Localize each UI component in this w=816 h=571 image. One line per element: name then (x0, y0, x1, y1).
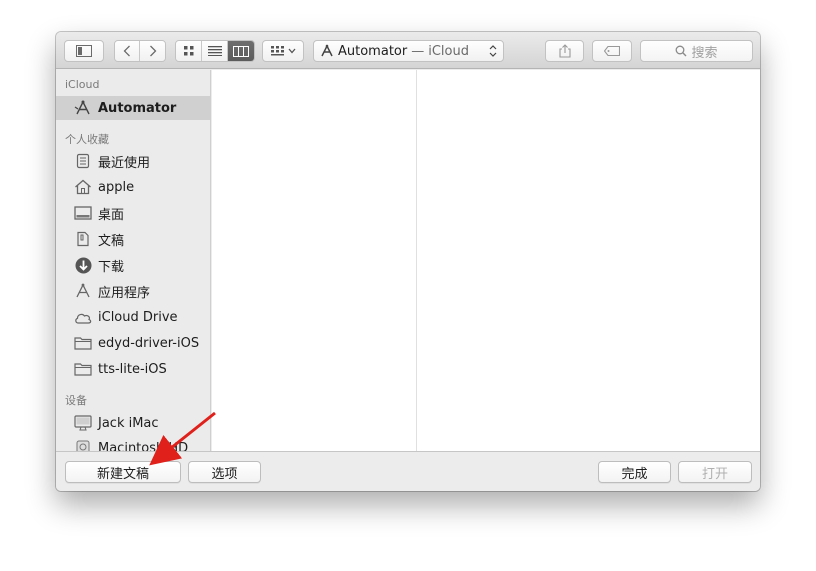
sidebar-section-icloud: iCloud (65, 78, 100, 91)
tag-icon (604, 46, 620, 56)
downloads-icon (75, 257, 91, 273)
sidebar-item-label: 文稿 (98, 233, 125, 249)
sidebar-item-label: tts-lite-iOS (98, 361, 167, 377)
sidebar-item-label: apple (98, 179, 135, 195)
disk-icon (76, 440, 90, 451)
back-button[interactable] (115, 41, 140, 61)
automator-icon (321, 44, 333, 57)
sidebar-item-documents[interactable]: 文稿 (56, 227, 210, 251)
options-button[interactable]: 选项 (188, 461, 261, 483)
automator-icon (74, 100, 90, 115)
forward-button[interactable] (140, 41, 165, 61)
column-divider[interactable] (416, 70, 417, 451)
sidebar-item-icloud-drive[interactable]: iCloud Drive (56, 305, 210, 329)
column-view-button[interactable] (228, 41, 254, 61)
sidebar-item-recents[interactable]: 最近使用 (56, 149, 210, 173)
chevron-right-icon (149, 45, 156, 57)
applications-icon (76, 283, 90, 298)
sidebar-item-label: edyd-driver-iOS (98, 335, 200, 351)
location-parent: iCloud (428, 43, 469, 59)
imac-icon (74, 415, 92, 431)
sidebar-item-desktop[interactable]: 桌面 (56, 201, 210, 225)
list-view-button[interactable] (202, 41, 228, 61)
desktop-icon (74, 206, 92, 220)
sidebar-item-home[interactable]: apple (56, 175, 210, 199)
chevron-left-icon (123, 45, 130, 57)
search-placeholder: 搜索 (691, 45, 718, 61)
search-icon (676, 45, 687, 57)
arrange-icon (270, 46, 284, 56)
search-field[interactable]: 搜索 (640, 40, 753, 62)
location-popup[interactable]: Automator — iCloud (313, 40, 504, 62)
location-name: Automator (338, 43, 408, 59)
sidebar-section-favorites: 个人收藏 (65, 133, 109, 146)
done-button[interactable]: 完成 (598, 461, 671, 483)
home-icon (75, 179, 91, 195)
sidebar-item-jack-imac[interactable]: Jack iMac (56, 411, 210, 435)
new-document-button[interactable]: 新建文稿 (65, 461, 181, 483)
sidebar-item-downloads[interactable]: 下载 (56, 253, 210, 277)
column-browser (212, 70, 760, 451)
location-separator: — (411, 43, 425, 59)
sidebar-item-applications[interactable]: 应用程序 (56, 279, 210, 303)
folder-icon (74, 337, 92, 350)
arrange-button[interactable] (262, 40, 304, 62)
updown-chevron-icon (489, 45, 497, 57)
share-icon (558, 44, 571, 58)
back-forward-group (114, 40, 166, 62)
icon-view-button[interactable] (176, 41, 202, 61)
list-icon (207, 46, 222, 56)
sidebar-item-label: 最近使用 (98, 155, 151, 171)
open-dialog-window: Automator — iCloud 搜索 iCloud Automator 个… (56, 32, 760, 491)
columns-icon (233, 45, 249, 57)
sidebar-item-label: 应用程序 (98, 285, 151, 301)
toolbar: Automator — iCloud 搜索 (56, 32, 760, 69)
sidebar-item-label: Automator (98, 100, 177, 116)
sidebar-icon (76, 45, 92, 57)
sidebar-toggle-button[interactable] (64, 40, 104, 62)
sidebar-item-edyd-driver-ios[interactable]: edyd-driver-iOS (56, 331, 210, 355)
recents-icon (76, 153, 90, 169)
chevron-down-icon (288, 48, 295, 54)
grid-icon (183, 46, 193, 56)
sidebar-item-label: iCloud Drive (98, 309, 178, 325)
sidebar-item-automator[interactable]: Automator (56, 96, 210, 120)
view-mode-group (175, 40, 255, 62)
sidebar-item-label: Jack iMac (98, 415, 159, 431)
sidebar-item-tts-lite-ios[interactable]: tts-lite-iOS (56, 357, 210, 381)
share-button[interactable] (545, 40, 584, 62)
sidebar-item-macintosh-hd[interactable]: Macintosh HD (56, 436, 210, 452)
cloud-icon (75, 313, 92, 324)
tags-button[interactable] (592, 40, 632, 62)
sidebar: iCloud Automator 个人收藏 最近使用 apple 桌面 文稿 下… (56, 70, 211, 451)
documents-icon (77, 231, 89, 247)
sidebar-item-label: 下载 (98, 259, 125, 275)
sidebar-section-devices: 设备 (65, 394, 87, 407)
open-button[interactable]: 打开 (678, 461, 752, 483)
folder-icon (74, 363, 92, 376)
bottom-bar: 新建文稿 选项 完成 打开 (56, 451, 760, 491)
sidebar-item-label: Macintosh HD (98, 440, 189, 452)
sidebar-item-label: 桌面 (98, 207, 125, 223)
